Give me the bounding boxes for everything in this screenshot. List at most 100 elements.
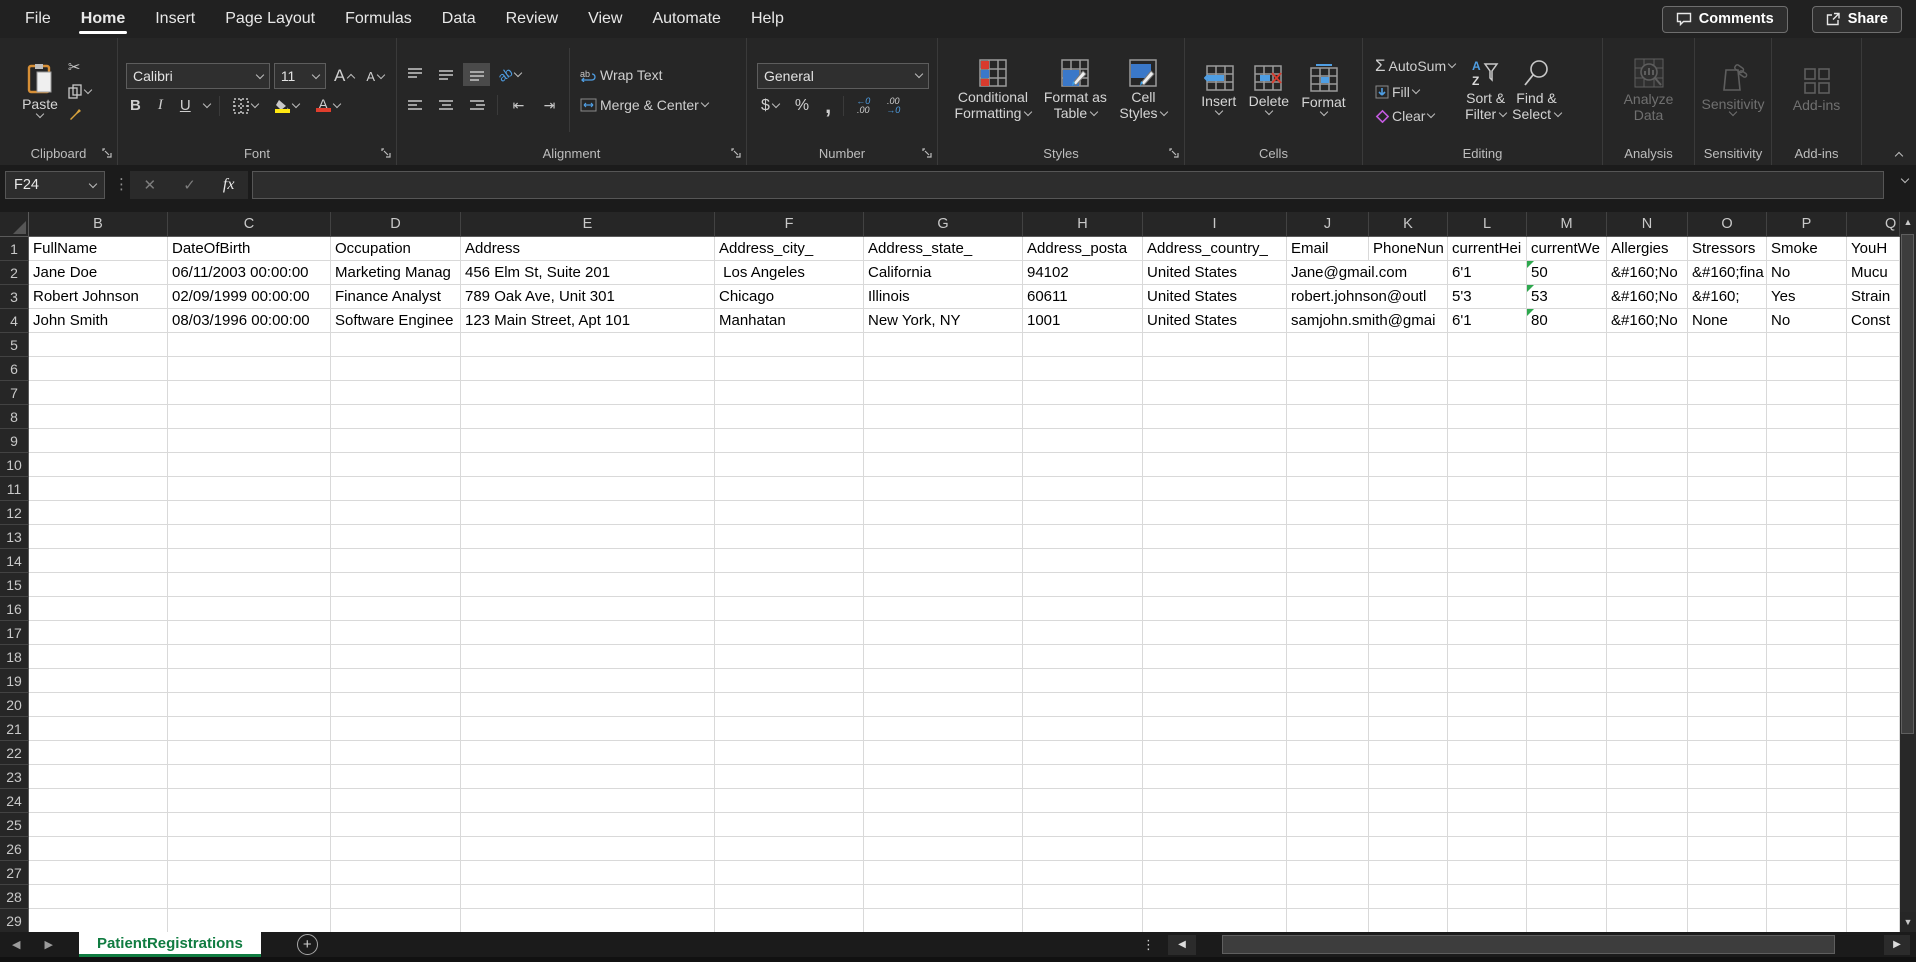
cut-button[interactable]: ✂: [64, 56, 95, 78]
cell-F28[interactable]: [715, 885, 864, 909]
cell-D6[interactable]: [331, 357, 461, 381]
cell-M6[interactable]: [1527, 357, 1607, 381]
column-header-K[interactable]: K: [1369, 212, 1448, 237]
cell-F20[interactable]: [715, 693, 864, 717]
cell-I12[interactable]: [1143, 501, 1287, 525]
cell-E12[interactable]: [461, 501, 715, 525]
cell-B5[interactable]: [29, 333, 168, 357]
cell-N29[interactable]: [1607, 909, 1688, 932]
cell-B7[interactable]: [29, 381, 168, 405]
cell-N26[interactable]: [1607, 837, 1688, 861]
cell-K29[interactable]: [1369, 909, 1448, 932]
cell-I17[interactable]: [1143, 621, 1287, 645]
cell-M28[interactable]: [1527, 885, 1607, 909]
align-center-button[interactable]: [432, 94, 459, 117]
row-header-25[interactable]: 25: [0, 813, 29, 837]
cell-Q4[interactable]: Const: [1847, 309, 1900, 333]
cell-P26[interactable]: [1767, 837, 1847, 861]
cell-G8[interactable]: [864, 405, 1023, 429]
cell-P28[interactable]: [1767, 885, 1847, 909]
decrease-indent-button[interactable]: ⇤: [505, 94, 532, 117]
cell-P4[interactable]: No: [1767, 309, 1847, 333]
cell-B6[interactable]: [29, 357, 168, 381]
cell-Q1[interactable]: YouH: [1847, 237, 1900, 261]
cell-C28[interactable]: [168, 885, 331, 909]
cell-I27[interactable]: [1143, 861, 1287, 885]
cell-D16[interactable]: [331, 597, 461, 621]
cell-J26[interactable]: [1287, 837, 1369, 861]
cell-G4[interactable]: New York, NY: [864, 309, 1023, 333]
cell-L21[interactable]: [1448, 717, 1527, 741]
cell-L9[interactable]: [1448, 429, 1527, 453]
cell-M8[interactable]: [1527, 405, 1607, 429]
cell-G26[interactable]: [864, 837, 1023, 861]
name-box[interactable]: F24: [5, 171, 105, 199]
cell-N5[interactable]: [1607, 333, 1688, 357]
cell-H29[interactable]: [1023, 909, 1143, 932]
cell-N6[interactable]: [1607, 357, 1688, 381]
vertical-scrollbar[interactable]: ▲ ▼: [1900, 212, 1916, 932]
cell-B16[interactable]: [29, 597, 168, 621]
cell-K8[interactable]: [1369, 405, 1448, 429]
cell-C18[interactable]: [168, 645, 331, 669]
menu-tab-automate[interactable]: Automate: [637, 0, 735, 38]
cell-F16[interactable]: [715, 597, 864, 621]
cell-L19[interactable]: [1448, 669, 1527, 693]
hscroll-right-arrow[interactable]: ▶: [1884, 935, 1910, 955]
cell-G29[interactable]: [864, 909, 1023, 932]
cell-G24[interactable]: [864, 789, 1023, 813]
cell-G22[interactable]: [864, 741, 1023, 765]
cell-L26[interactable]: [1448, 837, 1527, 861]
cell-B18[interactable]: [29, 645, 168, 669]
cell-G20[interactable]: [864, 693, 1023, 717]
cell-L1[interactable]: currentHei: [1448, 237, 1527, 261]
cell-M12[interactable]: [1527, 501, 1607, 525]
column-header-I[interactable]: I: [1143, 212, 1287, 237]
column-header-G[interactable]: G: [864, 212, 1023, 237]
cell-K1[interactable]: PhoneNun: [1369, 237, 1448, 261]
cell-N21[interactable]: [1607, 717, 1688, 741]
cell-P20[interactable]: [1767, 693, 1847, 717]
cell-Q11[interactable]: [1847, 477, 1900, 501]
cell-I20[interactable]: [1143, 693, 1287, 717]
cell-I18[interactable]: [1143, 645, 1287, 669]
cell-C13[interactable]: [168, 525, 331, 549]
align-top-button[interactable]: [401, 63, 428, 86]
cell-P25[interactable]: [1767, 813, 1847, 837]
cell-F24[interactable]: [715, 789, 864, 813]
cell-N2[interactable]: &#160;No: [1607, 261, 1688, 285]
format-painter-button[interactable]: [64, 105, 95, 123]
cell-E20[interactable]: [461, 693, 715, 717]
cell-F19[interactable]: [715, 669, 864, 693]
cell-N12[interactable]: [1607, 501, 1688, 525]
cell-H10[interactable]: [1023, 453, 1143, 477]
cell-J15[interactable]: [1287, 573, 1369, 597]
cell-C24[interactable]: [168, 789, 331, 813]
underline-chevron[interactable]: [202, 100, 210, 108]
cell-C2[interactable]: 06/11/2003 00:00:00: [168, 261, 331, 285]
cell-L10[interactable]: [1448, 453, 1527, 477]
cell-K17[interactable]: [1369, 621, 1448, 645]
menu-tab-file[interactable]: File: [10, 0, 66, 38]
cell-Q20[interactable]: [1847, 693, 1900, 717]
cell-J19[interactable]: [1287, 669, 1369, 693]
cell-Q22[interactable]: [1847, 741, 1900, 765]
column-header-L[interactable]: L: [1448, 212, 1527, 237]
cell-Q25[interactable]: [1847, 813, 1900, 837]
cell-G3[interactable]: Illinois: [864, 285, 1023, 309]
cell-B29[interactable]: [29, 909, 168, 932]
menu-tab-page-layout[interactable]: Page Layout: [210, 0, 330, 38]
cell-P5[interactable]: [1767, 333, 1847, 357]
cell-J21[interactable]: [1287, 717, 1369, 741]
increase-font-button[interactable]: A: [330, 64, 358, 88]
cell-O5[interactable]: [1688, 333, 1767, 357]
cell-H20[interactable]: [1023, 693, 1143, 717]
cell-J23[interactable]: [1287, 765, 1369, 789]
cell-J24[interactable]: [1287, 789, 1369, 813]
cell-N24[interactable]: [1607, 789, 1688, 813]
cell-O14[interactable]: [1688, 549, 1767, 573]
cell-G11[interactable]: [864, 477, 1023, 501]
cell-O16[interactable]: [1688, 597, 1767, 621]
menu-tab-data[interactable]: Data: [427, 0, 491, 38]
menu-tab-formulas[interactable]: Formulas: [330, 0, 427, 38]
